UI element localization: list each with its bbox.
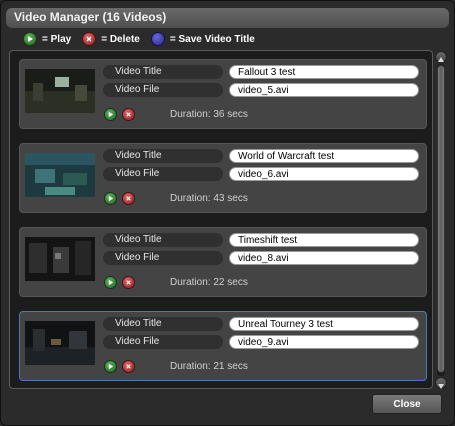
scroll-thumb[interactable] bbox=[437, 65, 445, 373]
video-file-input[interactable]: video_5.avi bbox=[229, 83, 419, 97]
delete-button[interactable] bbox=[122, 192, 135, 205]
video-file-label: Video File bbox=[103, 83, 223, 97]
delete-button[interactable] bbox=[122, 360, 135, 373]
video-card[interactable]: Video Title Fallout 3 test Video File vi… bbox=[19, 59, 427, 129]
legend-save-label: = Save Video Title bbox=[169, 33, 255, 45]
play-icon bbox=[23, 32, 37, 46]
close-button[interactable]: Close bbox=[372, 394, 442, 414]
delete-button[interactable] bbox=[122, 108, 135, 121]
scroll-down-button[interactable] bbox=[435, 377, 447, 389]
play-button[interactable] bbox=[104, 192, 117, 205]
play-button[interactable] bbox=[104, 276, 117, 289]
delete-icon bbox=[82, 32, 97, 46]
video-file-label: Video File bbox=[103, 335, 223, 349]
legend-play-label: = Play bbox=[42, 33, 72, 45]
video-title-input[interactable]: Unreal Tourney 3 test bbox=[229, 317, 419, 331]
video-duration: Duration: 43 secs bbox=[170, 193, 248, 204]
play-button[interactable] bbox=[104, 360, 117, 373]
video-title-input[interactable]: World of Warcraft test bbox=[229, 149, 419, 163]
video-thumbnail[interactable] bbox=[25, 153, 95, 197]
chevron-down-icon bbox=[438, 384, 444, 389]
scroll-up-button[interactable] bbox=[435, 51, 447, 63]
video-file-input[interactable]: video_8.avi bbox=[229, 251, 419, 265]
video-thumbnail[interactable] bbox=[25, 321, 95, 365]
video-manager-window: Video Manager (16 Videos) = Play = Delet… bbox=[0, 0, 455, 426]
legend-save: = Save Video Title bbox=[150, 32, 255, 46]
legend-play: = Play bbox=[23, 32, 71, 46]
play-button[interactable] bbox=[104, 108, 117, 121]
video-title-input[interactable]: Fallout 3 test bbox=[229, 65, 419, 79]
video-title-input[interactable]: Timeshift test bbox=[229, 233, 419, 247]
video-card[interactable]: Video Title Timeshift test Video File vi… bbox=[19, 227, 427, 297]
window-title: Video Manager (16 Videos) bbox=[14, 10, 167, 24]
video-title-label: Video Title bbox=[103, 233, 223, 247]
video-file-label: Video File bbox=[103, 167, 223, 181]
legend: = Play = Delete = Save Video Title bbox=[23, 31, 266, 47]
video-duration: Duration: 22 secs bbox=[170, 277, 248, 288]
save-icon bbox=[150, 32, 165, 46]
video-thumbnail[interactable] bbox=[25, 69, 95, 113]
video-file-input[interactable]: video_6.avi bbox=[229, 167, 419, 181]
video-list[interactable]: Video Title Fallout 3 test Video File vi… bbox=[9, 50, 433, 389]
video-card-selected[interactable]: Video Title Unreal Tourney 3 test Video … bbox=[19, 311, 427, 381]
scrollbar[interactable] bbox=[435, 51, 447, 389]
video-title-label: Video Title bbox=[103, 149, 223, 163]
video-file-label: Video File bbox=[103, 251, 223, 265]
video-card[interactable]: Video Title World of Warcraft test Video… bbox=[19, 143, 427, 213]
video-title-label: Video Title bbox=[103, 65, 223, 79]
legend-delete-label: = Delete bbox=[101, 33, 140, 45]
video-duration: Duration: 21 secs bbox=[170, 361, 248, 372]
title-bar: Video Manager (16 Videos) bbox=[5, 7, 450, 29]
video-title-label: Video Title bbox=[103, 317, 223, 331]
legend-delete: = Delete bbox=[82, 32, 140, 46]
video-file-input[interactable]: video_9.avi bbox=[229, 335, 419, 349]
delete-button[interactable] bbox=[122, 276, 135, 289]
video-duration: Duration: 36 secs bbox=[170, 109, 248, 120]
video-thumbnail[interactable] bbox=[25, 237, 95, 281]
